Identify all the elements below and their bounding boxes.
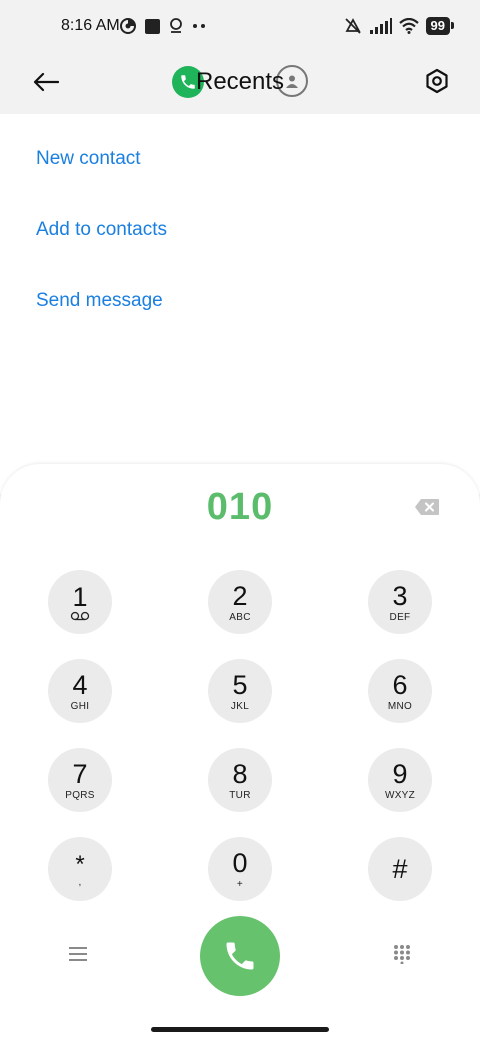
key-2[interactable]: 2 ABC [208,570,272,634]
key-1[interactable]: 1 [48,570,112,634]
send-message-link[interactable]: Send message [36,290,163,312]
key-letters: MNO [387,700,413,712]
home-indicator[interactable] [151,1027,329,1032]
status-left-icons [120,18,206,34]
page-title: Recents [196,68,285,95]
key-letters: , [78,876,82,888]
dialpad-grid-icon [394,945,410,965]
wifi-icon [398,18,419,34]
key-letters: DEF [389,611,411,623]
key-star[interactable]: * , [48,837,112,901]
key-letters: JKL [230,700,250,712]
status-bar: 8:16 AM 99 [0,0,480,56]
square-icon [145,18,160,34]
dialed-number: 010 [206,486,274,528]
key-0[interactable]: 0 + [208,837,272,901]
settings-button[interactable] [420,64,454,98]
key-digit: * [75,850,85,878]
key-digit: 8 [232,758,248,789]
add-to-contacts-link[interactable]: Add to contacts [36,219,167,241]
key-digit: 2 [232,580,248,611]
back-button[interactable] [30,66,62,98]
key-letters: TUR [229,789,251,801]
key-5[interactable]: 5 JKL [208,659,272,723]
key-6[interactable]: 6 MNO [368,659,432,723]
dialpad-sheet: 010 1 2 ABC 3 DEF 4 GHI 5 JKL 6 MNO 7 PQ… [0,464,480,1040]
voicemail-icon [70,611,90,621]
backspace-icon [415,499,439,515]
call-button[interactable] [200,916,280,996]
app-header: Recents [0,56,480,114]
key-4[interactable]: 4 GHI [48,659,112,723]
key-digit: 7 [72,758,88,789]
phone-icon [226,942,254,970]
key-digit: 6 [392,669,408,700]
battery-level: 99 [425,17,455,35]
key-9[interactable]: 9 WXYZ [368,748,432,812]
settings-icon [426,68,448,94]
key-digit: 4 [72,669,88,700]
key-digit: 3 [392,580,408,611]
menu-button[interactable] [66,944,90,964]
phone-icon [181,75,195,89]
key-letters: ABC [229,611,251,623]
dialpad-toggle-button[interactable] [392,944,412,965]
header-title-group: Recents [172,64,284,100]
key-digit: 9 [392,758,408,789]
key-letters: WXYZ [384,789,416,801]
key-7[interactable]: 7 PQRS [48,748,112,812]
location-icon [170,18,182,33]
key-letters: GHI [70,700,90,712]
back-arrow-icon [33,72,59,92]
key-digit: 0 [232,847,248,878]
key-digit: 1 [72,582,88,612]
key-letters: + [236,878,244,890]
status-time: 8:16 AM [61,17,120,34]
menu-icon [69,947,87,961]
status-right-icons: 99 [343,16,455,36]
mute-icon [344,18,361,34]
recents-content: New contact Add to contacts Send message [0,114,480,494]
key-digit: # [392,854,408,884]
chrome-icon [120,18,136,34]
key-letters: PQRS [65,789,95,801]
key-8[interactable]: 8 TUR [208,748,272,812]
key-digit: 5 [232,669,248,700]
key-3[interactable]: 3 DEF [368,570,432,634]
key-hash[interactable]: # [368,837,432,901]
new-contact-link[interactable]: New contact [36,148,141,170]
more-dots-icon [193,24,205,28]
signal-icon [369,18,392,34]
backspace-button[interactable] [414,498,440,516]
contact-icon [286,75,298,88]
